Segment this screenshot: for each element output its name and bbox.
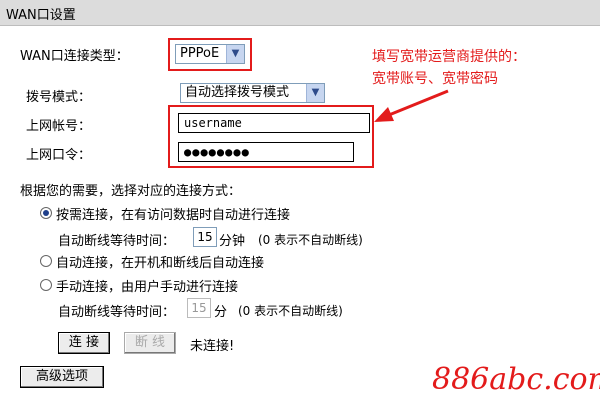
dial-mode-label: 拨号模式： [26,90,92,105]
account-label: 上网帐号： [26,119,92,134]
chevron-down-icon[interactable]: ▼ [306,84,324,102]
advanced-options-button[interactable]: 高级选项 [20,366,104,388]
connection-type-label: WAN口连接类型： [20,49,129,64]
chevron-down-icon[interactable]: ▼ [226,45,244,63]
password-input[interactable]: ●●●●●●●● [178,142,354,162]
connect-button[interactable]: 连 接 [58,332,110,354]
idle-time-unit-2: 分 [214,305,228,320]
annotation-line-1: 填写宽带运营商提供的： [372,49,526,65]
radio-on-demand[interactable] [40,207,52,219]
connection-mode-intro: 根据您的需要，选择对应的连接方式： [20,184,242,199]
idle-time-note-2: (0 表示不自动断线) [238,304,343,318]
idle-time-label-1: 自动断线等待时间： [58,234,176,249]
option-on-demand-label: 按需连接，在有访问数据时自动进行连接 [56,208,291,223]
section-header: WAN口设置 [0,0,600,26]
radio-auto[interactable] [40,255,52,267]
page-title: WAN口设置 [6,8,76,23]
annotation-arrow-icon [374,89,449,122]
idle-time-input-1[interactable]: 15 [193,227,217,247]
radio-manual[interactable] [40,279,52,291]
password-label: 上网口令： [26,148,92,163]
dial-mode-select[interactable]: 自动选择拨号模式 ▼ [180,83,325,103]
connection-status: 未连接! [190,339,235,354]
idle-time-note-1: (0 表示不自动断线) [258,233,363,247]
connection-type-select[interactable]: PPPoE ▼ [175,44,245,64]
idle-time-unit-1: 分钟 [219,234,246,249]
disconnect-button[interactable]: 断 线 [124,332,176,354]
option-manual-label: 手动连接，由用户手动进行连接 [56,280,239,295]
idle-time-input-2[interactable]: 15 [187,298,211,318]
connection-type-value: PPPoE [180,46,220,61]
idle-time-label-2: 自动断线等待时间： [58,305,176,320]
radio-selected-dot [43,210,49,216]
option-auto-label: 自动连接，在开机和断线后自动连接 [56,256,265,271]
account-input[interactable]: username [178,113,370,133]
watermark-logo: 886abc.com [432,362,600,397]
dial-mode-value: 自动选择拨号模式 [185,85,290,100]
